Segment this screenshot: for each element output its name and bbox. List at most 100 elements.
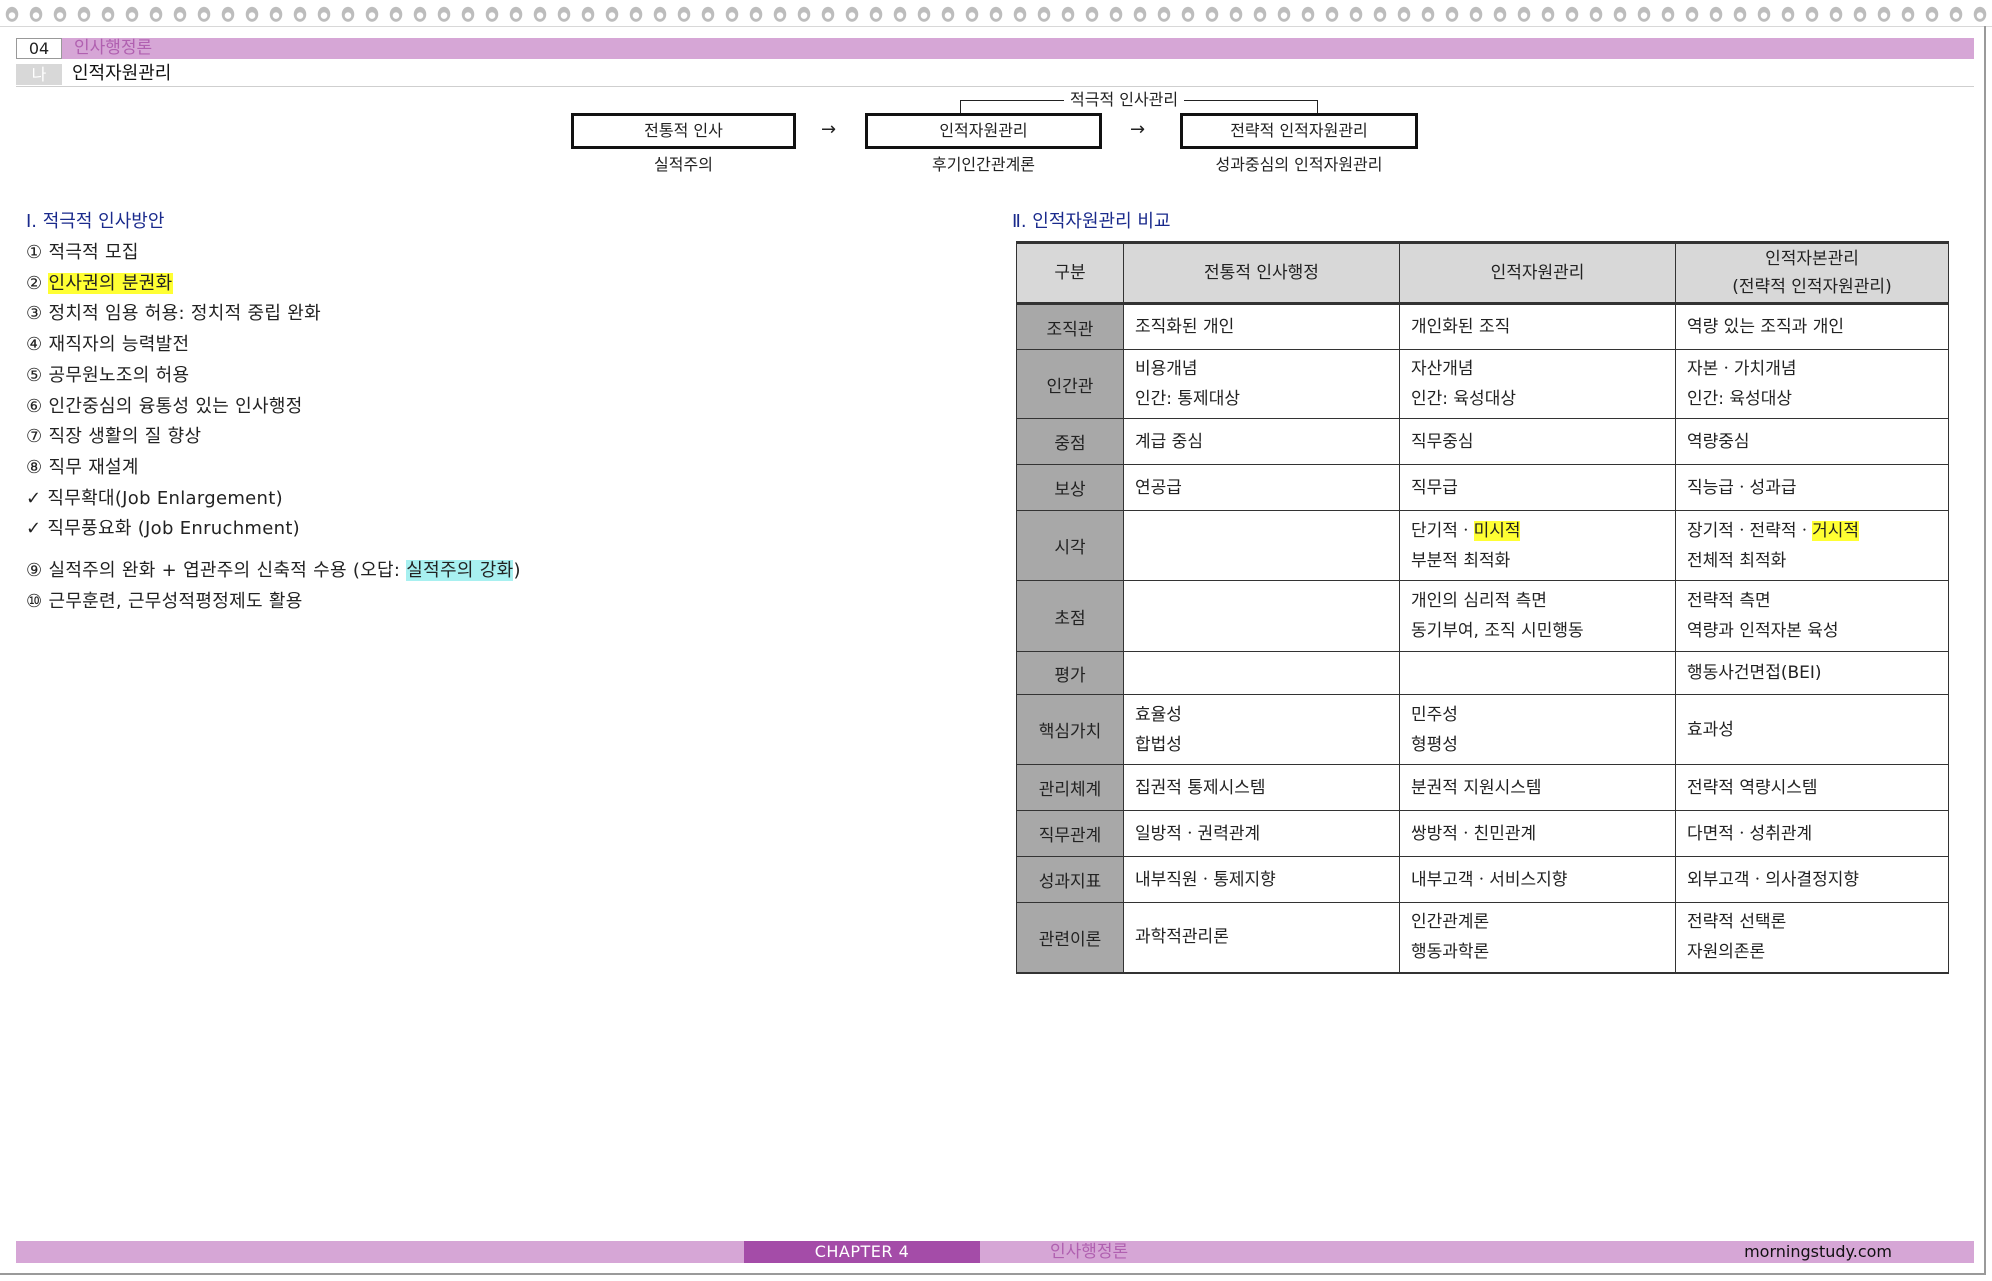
row-label: 중점	[1016, 418, 1124, 465]
row-label: 초점	[1016, 580, 1124, 652]
flow-bracket-label: 적극적 인사관리	[1064, 90, 1185, 110]
flow-sub-traditional: 실적주의	[654, 155, 713, 174]
col-header-human-capital: 인적자본관리 (전략적 인적자원관리)	[1675, 241, 1949, 304]
table-cell: 과학적관리론	[1123, 902, 1400, 974]
list-item: ⑩ 근무훈련, 근무성적평정제도 활용	[26, 590, 303, 612]
row-label: 인간관	[1016, 349, 1124, 419]
footer-bar	[16, 1241, 1974, 1263]
table-cell: 비용개념 인간: 통제대상	[1123, 349, 1400, 419]
table-cell: 직무중심	[1399, 418, 1676, 465]
row-label: 관련이론	[1016, 902, 1124, 974]
list-item: ✓ 직무확대(Job Enlargement)	[26, 487, 283, 509]
table-cell: 효율성 합법성	[1123, 694, 1400, 765]
list-item: ④ 재직자의 능력발전	[26, 334, 190, 356]
section-title: 인적자원관리	[72, 63, 172, 84]
table-cell	[1399, 651, 1676, 695]
table-cell: 직무급	[1399, 464, 1676, 511]
highlight-yellow: 미시적	[1473, 520, 1521, 541]
left-heading: Ⅰ. 적극적 인사방안	[26, 211, 165, 232]
table-cell: 전략적 측면 역량과 인적자본 육성	[1675, 580, 1949, 652]
flow-arrow-2: →	[1130, 119, 1146, 140]
table-row: 보상 연공급 직무급 직능급ㆍ성과급	[1016, 464, 1949, 511]
table-cell: 단기적ㆍ미시적 부분적 최적화	[1399, 510, 1676, 581]
page-frame-right	[1984, 26, 1986, 1275]
footer-title: 인사행정론	[1050, 1242, 1129, 1262]
table-cell: 내부직원ㆍ통제지향	[1123, 856, 1400, 903]
table-header-row: 구분 전통적 인사행정 인적자원관리 인적자본관리 (전략적 인적자원관리)	[1016, 241, 1949, 304]
table-cell: 조직화된 개인	[1123, 302, 1400, 350]
chapter-title: 인사행정론	[74, 38, 153, 58]
row-label: 핵심가치	[1016, 694, 1124, 765]
right-heading: Ⅱ. 인적자원관리 비교	[1012, 211, 1171, 232]
table-cell: 효과성	[1675, 694, 1949, 765]
table-cell: 행동사건면접(BEI)	[1675, 651, 1949, 695]
table-cell: 직능급ㆍ성과급	[1675, 464, 1949, 511]
table-cell: 인간관계론 행동과학론	[1399, 902, 1676, 974]
page-frame-bottom	[0, 1273, 1986, 1275]
highlight-yellow: 인사권의 분권화	[48, 272, 173, 294]
table-row: 핵심가치 효율성 합법성 민주성 형평성 효과성	[1016, 694, 1949, 765]
col-header-category: 구분	[1016, 241, 1124, 304]
table-cell: 연공급	[1123, 464, 1400, 511]
row-label: 보상	[1016, 464, 1124, 511]
table-row: 성과지표 내부직원ㆍ통제지향 내부고객ㆍ서비스지향 외부고객ㆍ의사결정지향	[1016, 856, 1949, 903]
row-label: 시각	[1016, 510, 1124, 581]
table-cell: 민주성 형평성	[1399, 694, 1676, 765]
row-label: 성과지표	[1016, 856, 1124, 903]
highlight-yellow: 거시적	[1812, 520, 1860, 541]
table-cell: 역량 있는 조직과 개인	[1675, 302, 1949, 350]
table-cell: 분권적 지원시스템	[1399, 764, 1676, 811]
chapter-number: 04	[16, 38, 62, 59]
list-item: ⑨ 실적주의 완화 + 엽관주의 신축적 수용 (오답: 실적주의 강화)	[26, 560, 521, 582]
highlight-cyan: 실적주의 강화	[406, 560, 514, 582]
table-cell: 다면적ㆍ성취관계	[1675, 810, 1949, 857]
table-cell: 개인의 심리적 측면 동기부여, 조직 시민행동	[1399, 580, 1676, 652]
table-row: 인간관 비용개념 인간: 통제대상 자산개념 인간: 육성대상 자본ㆍ가치개념 인간:…	[1016, 349, 1949, 419]
flow-arrow-1: →	[821, 119, 837, 140]
binder-spiral	[0, 0, 1992, 27]
flow-box-strategic-hrm: 전략적 인적자원관리	[1180, 113, 1418, 149]
list-item: ⑤ 공무원노조의 허용	[26, 364, 190, 386]
table-cell	[1123, 580, 1400, 652]
flow-box-hrm: 인적자원관리	[865, 113, 1102, 149]
table-row: 초점 개인의 심리적 측면 동기부여, 조직 시민행동 전략적 측면 역량과 인적자…	[1016, 580, 1949, 652]
row-label: 평가	[1016, 651, 1124, 695]
table-cell: 개인화된 조직	[1399, 302, 1676, 350]
row-label: 조직관	[1016, 302, 1124, 350]
list-item: ③ 정치적 임용 허용: 정치적 중립 완화	[26, 303, 321, 325]
table-row: 관리체계 집권적 통제시스템 분권적 지원시스템 전략적 역량시스템	[1016, 764, 1949, 811]
table-cell: 전략적 역량시스템	[1675, 764, 1949, 811]
footer-site: morningstudy.com	[1744, 1242, 1892, 1261]
list-item: ② 인사권의 분권화	[26, 272, 173, 294]
table-cell: 계급 중심	[1123, 418, 1400, 465]
table-row: 관련이론 과학적관리론 인간관계론 행동과학론 전략적 선택론 자원의존론	[1016, 902, 1949, 974]
col-header-hrm: 인적자원관리	[1399, 241, 1676, 304]
chapter-bar	[16, 38, 1974, 59]
flow-sub-hrm: 후기인간관계론	[931, 155, 1036, 174]
section-divider	[16, 86, 1974, 87]
table-row: 평가 행동사건면접(BEI)	[1016, 651, 1949, 695]
table-row: 시각 단기적ㆍ미시적 부분적 최적화 장기적ㆍ전략적ㆍ거시적 전체적 최적화	[1016, 510, 1949, 581]
table-cell: 장기적ㆍ전략적ㆍ거시적 전체적 최적화	[1675, 510, 1949, 581]
table-cell: 내부고객ㆍ서비스지향	[1399, 856, 1676, 903]
active-hr-list: ① 적극적 모집 ② 인사권의 분권화 ③ 정치적 임용 허용: 정치적 중립 …	[26, 238, 521, 617]
table-cell	[1123, 510, 1400, 581]
list-item: ⑦ 직장 생활의 질 향상	[26, 426, 202, 448]
list-item: ⑥ 인간중심의 융통성 있는 인사행정	[26, 395, 303, 417]
flow-box-traditional: 전통적 인사	[571, 113, 796, 149]
row-label: 직무관계	[1016, 810, 1124, 857]
table-cell: 집권적 통제시스템	[1123, 764, 1400, 811]
list-item: ① 적극적 모집	[26, 242, 139, 263]
table-cell: 외부고객ㆍ의사결정지향	[1675, 856, 1949, 903]
list-item: ⑧ 직무 재설계	[26, 456, 139, 478]
flow-sub-strategic-hrm: 성과중심의 인적자원관리	[1215, 155, 1383, 174]
table-cell	[1123, 651, 1400, 695]
table-cell: 전략적 선택론 자원의존론	[1675, 902, 1949, 974]
footer-chapter-tab: CHAPTER 4	[744, 1241, 980, 1263]
table-cell: 일방적ㆍ권력관계	[1123, 810, 1400, 857]
table-row: 중점 계급 중심 직무중심 역량중심	[1016, 418, 1949, 465]
table-row: 조직관 조직화된 개인 개인화된 조직 역량 있는 조직과 개인	[1016, 302, 1949, 350]
row-label: 관리체계	[1016, 764, 1124, 811]
table-cell: 자본ㆍ가치개념 인간: 육성대상	[1675, 349, 1949, 419]
table-cell: 자산개념 인간: 육성대상	[1399, 349, 1676, 419]
